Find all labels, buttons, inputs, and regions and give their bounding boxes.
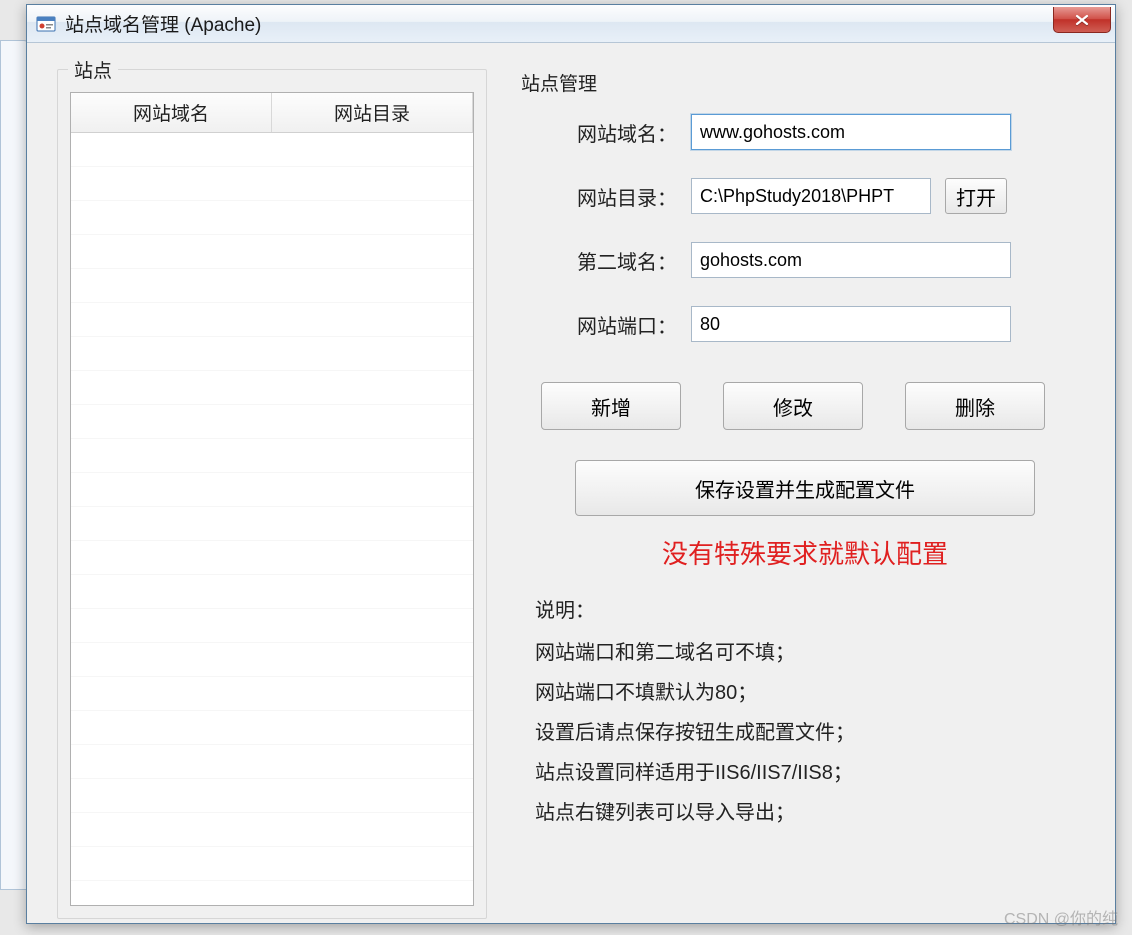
close-button[interactable] [1053,7,1111,33]
sites-listview[interactable]: 网站域名 网站目录 [70,92,474,906]
row-port: 网站端口： [527,306,1083,342]
help-line: 网站端口和第二域名可不填； [535,633,1083,673]
modify-button[interactable]: 修改 [723,382,863,430]
row-domain: 网站域名： [527,114,1083,150]
help-line: 设置后请点保存按钮生成配置文件； [535,713,1083,753]
client-area: 站点 网站域名 网站目录 站点管理 网站域名： 网站目录： 打开 第 [33,49,1109,917]
listview-body[interactable] [71,133,473,905]
site-manage-title: 站点管理 [521,69,1083,114]
help-line: 站点设置同样适用于IIS6/IIS7/IIS8； [535,753,1083,793]
red-annotation: 没有特殊要求就默认配置 [527,534,1083,571]
label-port: 网站端口： [527,310,677,339]
label-directory: 网站目录： [527,182,677,211]
add-button[interactable]: 新增 [541,382,681,430]
label-second-domain: 第二域名： [527,246,677,275]
save-config-button[interactable]: 保存设置并生成配置文件 [575,460,1035,516]
site-manage-group: 站点管理 网站域名： 网站目录： 打开 第二域名： 网站端口： 新增 修改 [517,69,1093,907]
domain-input[interactable] [691,114,1011,150]
dialog-window: 站点域名管理 (Apache) 站点 网站域名 网站目录 站点管理 网站域名： [26,4,1116,924]
close-icon [1074,14,1090,26]
listview-header: 网站域名 网站目录 [71,93,473,133]
sites-group-title: 站点 [68,56,118,83]
directory-input[interactable] [691,178,931,214]
help-section: 说明： 网站端口和第二域名可不填； 网站端口不填默认为80； 设置后请点保存按钮… [527,591,1083,833]
column-header-directory[interactable]: 网站目录 [272,93,473,132]
app-icon [35,13,57,35]
help-line: 网站端口不填默认为80； [535,673,1083,713]
titlebar[interactable]: 站点域名管理 (Apache) [27,5,1115,43]
column-header-domain[interactable]: 网站域名 [71,93,272,132]
open-button[interactable]: 打开 [945,178,1007,214]
help-title: 说明： [535,591,1083,631]
row-second-domain: 第二域名： [527,242,1083,278]
window-title: 站点域名管理 (Apache) [65,10,261,37]
port-input[interactable] [691,306,1011,342]
second-domain-input[interactable] [691,242,1011,278]
row-directory: 网站目录： 打开 [527,178,1083,214]
help-line: 站点右键列表可以导入导出； [535,793,1083,833]
sites-groupbox: 站点 网站域名 网站目录 [57,69,487,919]
action-row: 新增 修改 删除 [527,382,1083,430]
label-domain: 网站域名： [527,118,677,147]
delete-button[interactable]: 删除 [905,382,1045,430]
